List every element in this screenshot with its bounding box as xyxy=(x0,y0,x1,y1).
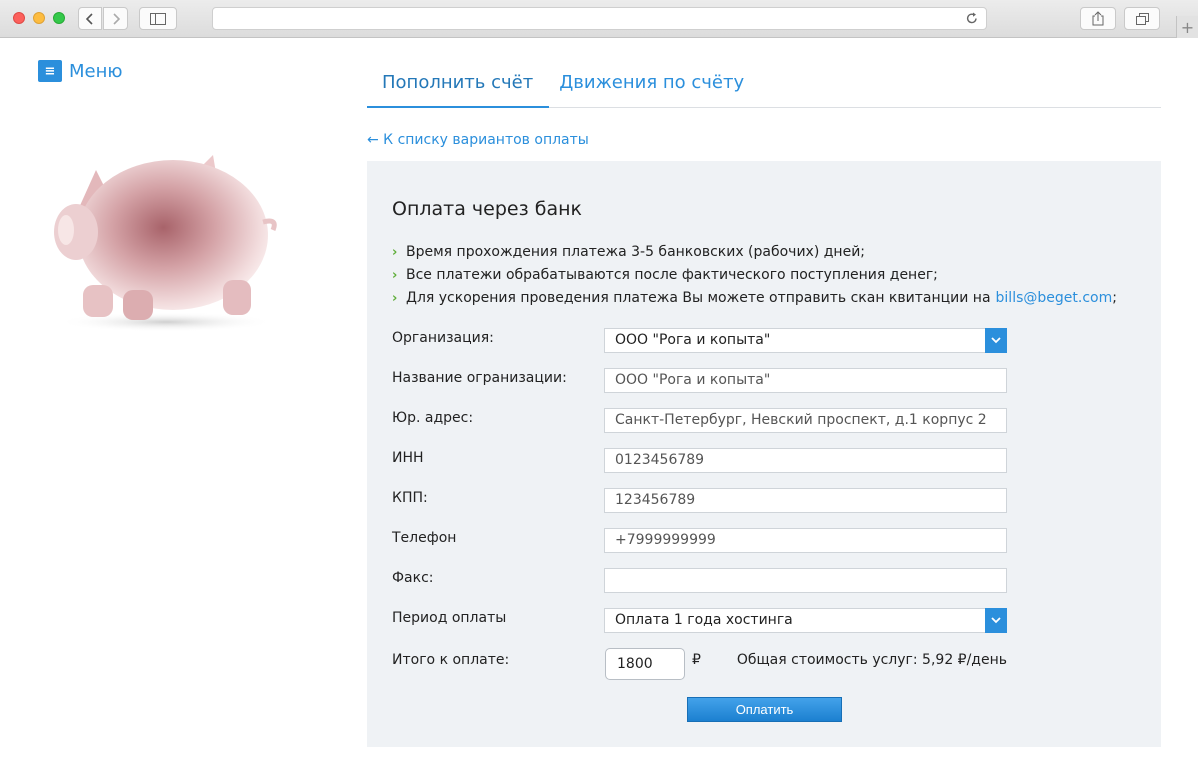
pay-button[interactable]: Оплатить xyxy=(687,697,842,722)
fax-row: Факс: xyxy=(392,568,1132,594)
address-label: Юр. адрес: xyxy=(392,410,474,426)
list-item: › Для ускорения проведения платежа Вы мож… xyxy=(392,287,1117,310)
org-name-row: Название огранизации: ООО "Рога и копыта… xyxy=(392,368,1132,394)
chevron-down-icon[interactable] xyxy=(985,608,1007,633)
list-item: › Время прохождения платежа 3-5 банковски… xyxy=(392,241,1117,264)
kpp-label: КПП: xyxy=(392,490,428,506)
kpp-row: КПП: 123456789 xyxy=(392,488,1132,514)
tabs-overview-button[interactable] xyxy=(1124,7,1160,30)
amount-input[interactable]: 1800 xyxy=(605,648,685,680)
total-row: Итого к оплате: 1800 ₽ Общая стоимость у… xyxy=(392,648,1132,680)
sidebar-icon xyxy=(150,12,166,25)
daily-cost-summary: Общая стоимость услуг: 5,92 ₽/день xyxy=(736,652,1007,668)
address-bar[interactable] xyxy=(212,7,987,30)
organization-label: Организация: xyxy=(392,330,494,346)
menu-toggle[interactable]: ≡ Меню xyxy=(38,60,123,82)
panel-title: Оплата через банк xyxy=(392,198,582,220)
sidebar-toggle-button[interactable] xyxy=(139,7,177,30)
fax-label: Факс: xyxy=(392,570,434,586)
period-row: Период оплаты Оплата 1 года хостинга xyxy=(392,608,1132,634)
phone-input[interactable]: +7999999999 xyxy=(604,528,1007,553)
reload-icon[interactable] xyxy=(966,12,978,25)
chevron-right-icon: › xyxy=(392,268,398,283)
tab-account-history[interactable]: Движения по счёту xyxy=(549,62,760,108)
chevron-left-icon xyxy=(86,12,93,25)
tab-bar: Пополнить счёт Движения по счёту xyxy=(367,62,1161,108)
phone-row: Телефон +7999999999 xyxy=(392,528,1132,554)
organization-row: Организация: ООО "Рога и копыта" xyxy=(392,328,1132,354)
inn-input[interactable]: 0123456789 xyxy=(604,448,1007,473)
email-link[interactable]: bills@beget.com xyxy=(996,287,1113,310)
maximize-window-button[interactable] xyxy=(53,12,65,24)
hamburger-icon: ≡ xyxy=(38,60,62,82)
list-item: › Все платежи обрабатываются после фактич… xyxy=(392,264,1117,287)
org-name-input[interactable]: ООО "Рога и копыта" xyxy=(604,368,1007,393)
fax-input[interactable] xyxy=(604,568,1007,593)
minimize-window-button[interactable] xyxy=(33,12,45,24)
browser-toolbar: + xyxy=(0,0,1198,38)
inn-label: ИНН xyxy=(392,450,424,466)
period-label: Период оплаты xyxy=(392,610,507,626)
chevron-right-icon: › xyxy=(392,291,398,306)
info-list: › Время прохождения платежа 3-5 банковски… xyxy=(392,241,1117,310)
currency-symbol: ₽ xyxy=(692,652,701,668)
back-to-payment-options-link[interactable]: ← К списку вариантов оплаты xyxy=(367,132,589,148)
organization-select[interactable]: ООО "Рога и копыта" xyxy=(604,328,1007,353)
org-name-label: Название огранизации: xyxy=(392,370,567,386)
close-window-button[interactable] xyxy=(13,12,25,24)
new-tab-button[interactable]: + xyxy=(1176,16,1198,38)
share-button[interactable] xyxy=(1080,7,1116,30)
chevron-down-icon[interactable] xyxy=(985,328,1007,353)
address-row: Юр. адрес: Санкт-Петербург, Невский прос… xyxy=(392,408,1132,434)
piggy-bank-image xyxy=(54,155,277,332)
period-select[interactable]: Оплата 1 года хостинга xyxy=(604,608,1007,633)
phone-label: Телефон xyxy=(392,530,457,546)
forward-button[interactable] xyxy=(103,7,128,30)
menu-label: Меню xyxy=(69,60,123,82)
chevron-right-icon: › xyxy=(392,245,398,260)
inn-row: ИНН 0123456789 xyxy=(392,448,1132,474)
back-button[interactable] xyxy=(78,7,102,30)
total-label: Итого к оплате: xyxy=(392,652,510,668)
share-icon xyxy=(1092,11,1104,26)
address-input[interactable]: Санкт-Петербург, Невский проспект, д.1 к… xyxy=(604,408,1007,433)
payment-panel: Оплата через банк › Время прохождения пла… xyxy=(367,161,1161,747)
chevron-right-icon xyxy=(112,12,120,25)
kpp-input[interactable]: 123456789 xyxy=(604,488,1007,513)
tabs-icon xyxy=(1135,12,1149,25)
tab-top-up[interactable]: Пополнить счёт xyxy=(367,62,550,108)
